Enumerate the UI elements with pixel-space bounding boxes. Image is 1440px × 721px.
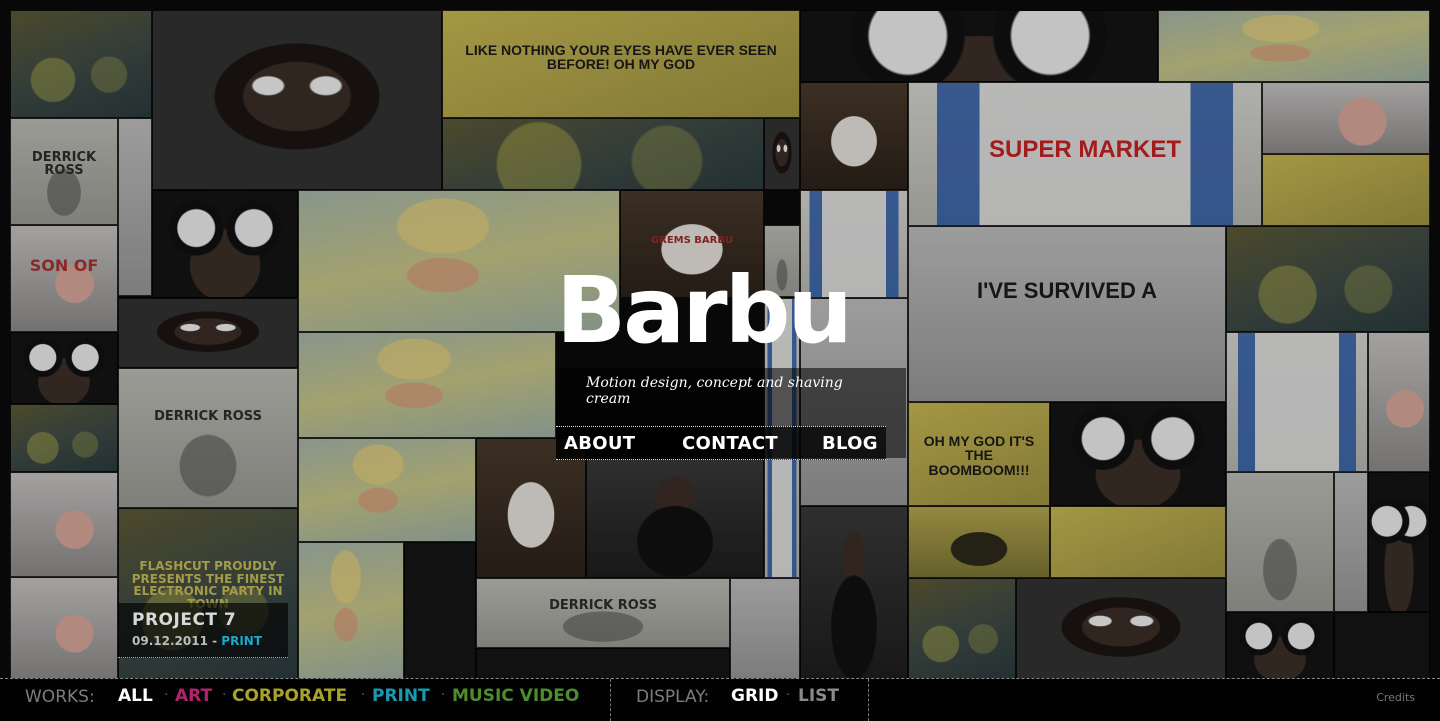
portfolio-tile-heart-glasses[interactable] (1050, 402, 1226, 506)
portfolio-tile-derrick-ross[interactable]: DERRICK ROSS (118, 368, 298, 508)
portfolio-tile-flashcut-poster[interactable] (10, 404, 118, 472)
credits-link[interactable]: Credits (1376, 691, 1415, 704)
portfolio-tile-yellow-hat[interactable] (298, 438, 476, 542)
portfolio-tile-boomboom-poster[interactable] (1262, 154, 1430, 226)
display-list-toggle[interactable]: LIST (798, 686, 839, 706)
bar-separator (610, 679, 611, 721)
portfolio-tile-dark[interactable] (476, 648, 730, 680)
portfolio-tile-supermarket[interactable] (1226, 332, 1368, 472)
portfolio-tile-tee-model[interactable] (586, 458, 764, 578)
tile-text: I'VE SURVIVED A (976, 278, 1158, 304)
tile-text: DERRICK ROSS (31, 149, 97, 179)
tile-text: DERRICK ROSS (154, 409, 262, 425)
filter-corporate[interactable]: CORPORATE (232, 686, 347, 706)
project-caption[interactable]: PROJECT 7 09.12.2011 - PRINT (118, 603, 288, 658)
filter-divider: · (222, 687, 227, 703)
portfolio-tile-supermarket[interactable]: SUPER MARKET (908, 82, 1262, 226)
portfolio-tile-derrick-ross[interactable]: DERRICK ROSS (476, 578, 730, 648)
portfolio-tile-girl-sunglasses[interactable] (1016, 578, 1226, 680)
nav-contact-link[interactable]: CONTACT (682, 433, 778, 454)
portfolio-tile-girl-sunglasses[interactable] (118, 298, 298, 368)
display-divider: · (786, 687, 791, 703)
filter-music-video[interactable]: MUSIC VIDEO (452, 686, 579, 706)
portfolio-tile-flashcut-poster[interactable] (908, 578, 1016, 680)
project-date: 09.12.2011 (132, 634, 208, 648)
filter-all[interactable]: ALL (118, 686, 153, 706)
portfolio-tile-son-of[interactable] (10, 472, 118, 577)
portfolio-tile-derrick-ross[interactable] (1226, 472, 1334, 612)
portfolio-tile-heart-glasses[interactable] (1226, 612, 1334, 680)
portfolio-tile-son-of[interactable]: SON OF (10, 225, 118, 332)
portfolio-tile-tshirt[interactable] (800, 82, 908, 190)
main-navigation: ABOUT CONTACT BLOG (556, 426, 886, 460)
portfolio-tile-flashcut-poster[interactable] (1226, 226, 1430, 332)
portfolio-tile-survived[interactable] (1334, 472, 1368, 612)
portfolio-tile-son-of[interactable] (10, 577, 118, 680)
portfolio-tile-monster-poster[interactable] (908, 506, 1050, 578)
portfolio-tile-heart-glasses[interactable] (10, 332, 118, 404)
portfolio-tile-girl-sunglasses[interactable] (152, 10, 442, 190)
portfolio-tile-flashcut-poster[interactable] (442, 118, 764, 190)
portfolio-tile-dark[interactable] (404, 542, 476, 680)
portfolio-tile-survived[interactable] (730, 578, 800, 680)
logo[interactable]: Barbu (556, 265, 906, 357)
filter-art[interactable]: ART (175, 686, 212, 706)
portfolio-tile-dark[interactable] (1334, 612, 1430, 680)
tile-text: DERRICK ROSS (549, 598, 657, 614)
display-grid-toggle[interactable]: GRID (731, 686, 778, 706)
filter-divider: · (441, 687, 446, 703)
nav-about-link[interactable]: ABOUT (564, 433, 635, 454)
tagline: Motion design, concept and shaving cream (586, 375, 843, 407)
portfolio-tile-yellow-hat[interactable] (298, 332, 556, 438)
portfolio-tile-boomboom-poster[interactable]: LIKE NOTHING YOUR EYES HAVE EVER SEEN BE… (442, 10, 800, 118)
tile-text: OH MY GOD IT'S THE BOOMBOOM!!! (923, 432, 1035, 478)
portfolio-tile-survived[interactable] (118, 118, 152, 296)
portfolio-tile-yellow-hat[interactable] (1158, 10, 1430, 82)
tile-text: SUPER MARKET (988, 135, 1181, 163)
portfolio-tile-heart-glasses[interactable] (800, 10, 1158, 82)
bar-separator (868, 679, 869, 721)
portfolio-tile-survived[interactable]: I'VE SURVIVED A (908, 226, 1226, 402)
portfolio-tile-son-of[interactable] (1368, 332, 1430, 472)
portfolio-tile-boomboom-poster[interactable]: OH MY GOD IT'S THE BOOMBOOM!!! (908, 402, 1050, 506)
portfolio-tile-boomboom-poster[interactable] (1050, 506, 1226, 578)
filter-bar: WORKS: ALL · ART · CORPORATE · PRINT · M… (0, 678, 1440, 721)
nav-blog-link[interactable]: BLOG (822, 433, 878, 454)
project-category[interactable]: PRINT (221, 634, 262, 648)
portfolio-tile-son-of[interactable] (1262, 82, 1430, 154)
filter-print[interactable]: PRINT (372, 686, 430, 706)
portfolio-tile-yellow-hat[interactable] (298, 542, 404, 680)
filter-divider: · (164, 687, 169, 703)
filter-divider: · (361, 687, 366, 703)
portfolio-tile-heart-glasses[interactable] (152, 190, 298, 298)
portfolio-tile-heart-glasses[interactable] (1368, 472, 1430, 612)
project-title: PROJECT 7 (132, 610, 237, 630)
project-separator: - (212, 634, 218, 648)
tile-text: GREMS BARBU (650, 234, 734, 246)
display-label: DISPLAY: (636, 687, 710, 707)
tile-text: LIKE NOTHING YOUR EYES HAVE EVER SEEN BE… (465, 41, 777, 73)
portfolio-tile-tee-model[interactable] (800, 506, 908, 680)
portfolio-tile-derrick-ross[interactable]: DERRICK ROSS (10, 118, 118, 225)
portfolio-tile-girl-sunglasses[interactable] (764, 118, 800, 190)
portfolio-tile-flashcut-poster[interactable] (10, 10, 152, 118)
works-label: WORKS: (25, 687, 95, 707)
project-meta: 09.12.2011 - PRINT (132, 634, 262, 648)
hero: Barbu Motion design, concept and shaving… (556, 265, 906, 408)
tile-text: SON OF (29, 255, 99, 275)
